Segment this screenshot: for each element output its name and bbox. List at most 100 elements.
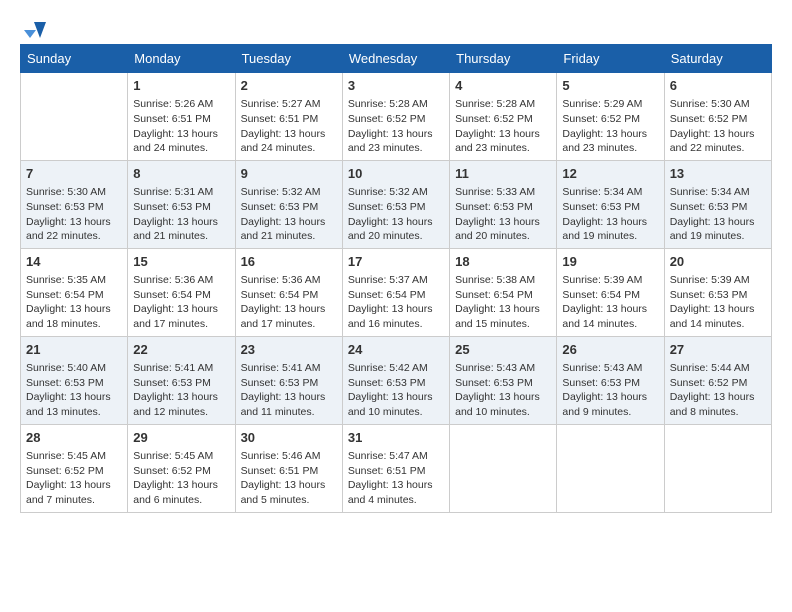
day-info-line: Daylight: 13 hours (348, 215, 444, 230)
day-number: 16 (241, 253, 337, 271)
day-info-line: Daylight: 13 hours (241, 390, 337, 405)
day-info-line: Daylight: 13 hours (562, 390, 658, 405)
day-info-line: Daylight: 13 hours (26, 215, 122, 230)
day-info-line: and 14 minutes. (562, 317, 658, 332)
day-info-line: Sunrise: 5:34 AM (562, 185, 658, 200)
day-info-line: Daylight: 13 hours (26, 478, 122, 493)
day-info-line: Sunrise: 5:38 AM (455, 273, 551, 288)
calendar-cell: 3Sunrise: 5:28 AMSunset: 6:52 PMDaylight… (342, 73, 449, 161)
day-number: 18 (455, 253, 551, 271)
day-info-line: and 18 minutes. (26, 317, 122, 332)
calendar-cell: 14Sunrise: 5:35 AMSunset: 6:54 PMDayligh… (21, 248, 128, 336)
day-info-line: and 11 minutes. (241, 405, 337, 420)
day-info-line: Daylight: 13 hours (348, 127, 444, 142)
day-info-line: Sunset: 6:53 PM (133, 376, 229, 391)
day-info-line: and 12 minutes. (133, 405, 229, 420)
calendar-cell: 22Sunrise: 5:41 AMSunset: 6:53 PMDayligh… (128, 336, 235, 424)
day-info-line: Daylight: 13 hours (348, 302, 444, 317)
calendar-cell: 10Sunrise: 5:32 AMSunset: 6:53 PMDayligh… (342, 160, 449, 248)
weekday-header: Wednesday (342, 45, 449, 73)
calendar-cell: 13 Sunrise: 5:34 AMSunset: 6:53 PMDayligh… (664, 160, 771, 248)
calendar-cell: 21Sunrise: 5:40 AMSunset: 6:53 PMDayligh… (21, 336, 128, 424)
day-info-line: and 20 minutes. (455, 229, 551, 244)
day-info-line: Sunset: 6:52 PM (455, 112, 551, 127)
day-info-line: Sunset: 6:53 PM (348, 376, 444, 391)
day-info-line: and 19 minutes. (670, 229, 766, 244)
day-info-line: Sunrise: 5:39 AM (670, 273, 766, 288)
day-info-line: and 17 minutes. (133, 317, 229, 332)
day-info-line: Sunset: 6:52 PM (562, 112, 658, 127)
day-info-line: Daylight: 13 hours (670, 302, 766, 317)
day-info-line: Sunset: 6:54 PM (455, 288, 551, 303)
day-info-line: and 10 minutes. (348, 405, 444, 420)
day-info-line: Sunset: 6:52 PM (670, 376, 766, 391)
weekday-header: Friday (557, 45, 664, 73)
day-info-line: Sunset: 6:54 PM (133, 288, 229, 303)
calendar-cell: 5Sunrise: 5:29 AMSunset: 6:52 PMDaylight… (557, 73, 664, 161)
day-info-line: and 7 minutes. (26, 493, 122, 508)
day-info-line: Sunset: 6:52 PM (670, 112, 766, 127)
day-info-line: Sunset: 6:52 PM (26, 464, 122, 479)
day-number: 30 (241, 429, 337, 447)
calendar-cell: 11Sunrise: 5:33 AMSunset: 6:53 PMDayligh… (450, 160, 557, 248)
day-info-line: Daylight: 13 hours (348, 390, 444, 405)
calendar-cell: 8Sunrise: 5:31 AMSunset: 6:53 PMDaylight… (128, 160, 235, 248)
calendar-cell: 19Sunrise: 5:39 AMSunset: 6:54 PMDayligh… (557, 248, 664, 336)
day-info-line: and 20 minutes. (348, 229, 444, 244)
day-info-line: Daylight: 13 hours (670, 215, 766, 230)
day-info-line: Sunset: 6:53 PM (455, 200, 551, 215)
day-info-line: Sunrise: 5:45 AM (133, 449, 229, 464)
day-info-line: Sunset: 6:52 PM (133, 464, 229, 479)
day-info-line: Sunset: 6:53 PM (241, 200, 337, 215)
day-info-line: Sunrise: 5:30 AM (26, 185, 122, 200)
day-info-line: and 24 minutes. (241, 141, 337, 156)
day-info-line: Sunset: 6:54 PM (348, 288, 444, 303)
day-info-line: Daylight: 13 hours (133, 302, 229, 317)
day-info-line: Daylight: 13 hours (241, 478, 337, 493)
day-info-line: Daylight: 13 hours (348, 478, 444, 493)
day-number: 4 (455, 77, 551, 95)
day-info-line: Sunrise: 5:30 AM (670, 97, 766, 112)
day-info-line: Daylight: 13 hours (670, 127, 766, 142)
day-info-line: Sunset: 6:53 PM (670, 288, 766, 303)
day-info-line: Sunset: 6:51 PM (241, 112, 337, 127)
day-number: 29 (133, 429, 229, 447)
day-info-line: Sunrise: 5:44 AM (670, 361, 766, 376)
day-info-line: Sunrise: 5:35 AM (26, 273, 122, 288)
day-number: 15 (133, 253, 229, 271)
day-info-line: Sunrise: 5:37 AM (348, 273, 444, 288)
day-info-line: Sunset: 6:53 PM (133, 200, 229, 215)
calendar-cell: 27Sunrise: 5:44 AMSunset: 6:52 PMDayligh… (664, 336, 771, 424)
day-info-line: and 17 minutes. (241, 317, 337, 332)
calendar-cell (450, 424, 557, 512)
day-info-line: Sunrise: 5:34 AM (670, 185, 766, 200)
calendar-week-row: 1Sunrise: 5:26 AMSunset: 6:51 PMDaylight… (21, 73, 772, 161)
day-number: 27 (670, 341, 766, 359)
day-info-line: Sunset: 6:53 PM (562, 376, 658, 391)
calendar-cell: 25Sunrise: 5:43 AMSunset: 6:53 PMDayligh… (450, 336, 557, 424)
day-info-line: Daylight: 13 hours (133, 127, 229, 142)
day-info-line: Sunrise: 5:47 AM (348, 449, 444, 464)
day-info-line: Sunrise: 5:45 AM (26, 449, 122, 464)
day-info-line: Sunrise: 5:42 AM (348, 361, 444, 376)
calendar-cell: 26Sunrise: 5:43 AMSunset: 6:53 PMDayligh… (557, 336, 664, 424)
day-number: 6 (670, 77, 766, 95)
calendar-cell: 12Sunrise: 5:34 AMSunset: 6:53 PMDayligh… (557, 160, 664, 248)
day-info-line: Sunset: 6:53 PM (26, 200, 122, 215)
day-info-line: and 22 minutes. (26, 229, 122, 244)
day-info-line: Sunrise: 5:43 AM (455, 361, 551, 376)
calendar-week-row: 28Sunrise: 5:45 AMSunset: 6:52 PMDayligh… (21, 424, 772, 512)
day-info-line: Sunrise: 5:28 AM (455, 97, 551, 112)
day-info-line: Sunset: 6:53 PM (670, 200, 766, 215)
day-number: 5 (562, 77, 658, 95)
day-number: 13 (670, 165, 766, 183)
day-info-line: Daylight: 13 hours (133, 215, 229, 230)
day-info-line: Sunrise: 5:32 AM (241, 185, 337, 200)
day-info-line: Sunrise: 5:33 AM (455, 185, 551, 200)
day-number: 25 (455, 341, 551, 359)
day-info-line: Sunrise: 5:36 AM (133, 273, 229, 288)
day-info-line: Sunrise: 5:32 AM (348, 185, 444, 200)
day-info-line: and 4 minutes. (348, 493, 444, 508)
day-info-line: and 22 minutes. (670, 141, 766, 156)
calendar-cell (664, 424, 771, 512)
